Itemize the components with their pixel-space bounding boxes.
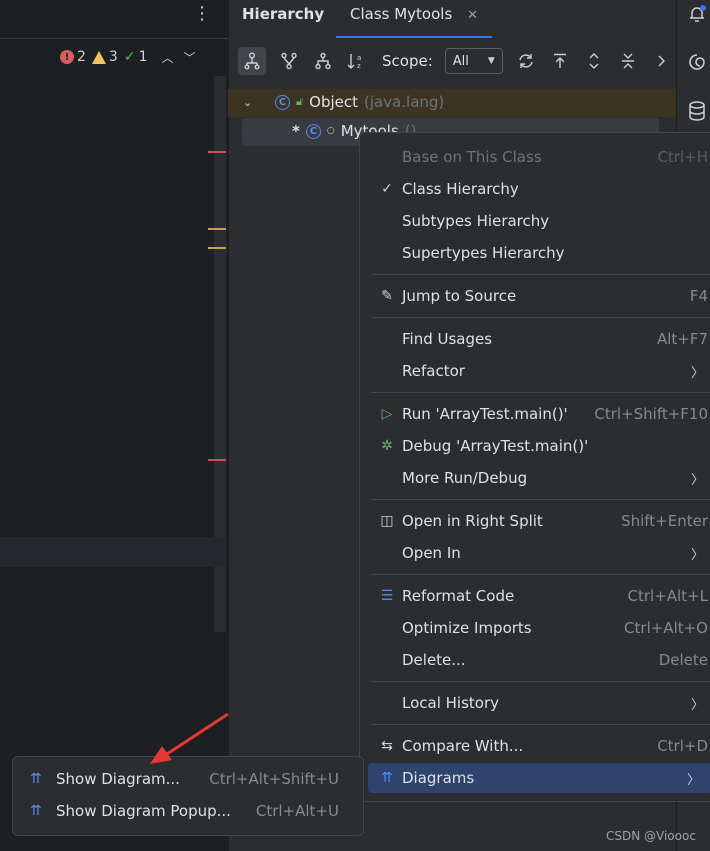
check-icon: ✓ [123, 49, 136, 65]
menu-item-diagrams[interactable]: ⇈ Diagrams 〉 [368, 763, 710, 793]
menu-item-supertypes-hierarchy[interactable]: Supertypes Hierarchy [371, 238, 710, 268]
scope-value: All [452, 53, 469, 69]
menu-item-jump-to-source[interactable]: ✎ Jump to Source F4 [371, 281, 710, 311]
diagram-icon: ⇈ [381, 770, 393, 786]
hierarchy-toolbar: az Scope: All ▼ [238, 46, 673, 76]
menu-item-class-hierarchy[interactable]: ✓ Class Hierarchy [371, 174, 710, 204]
dropdown-arrow-icon: ▼ [487, 56, 495, 66]
export-icon[interactable] [549, 50, 571, 72]
menu-separator [371, 499, 710, 500]
menu-separator [371, 392, 710, 393]
current-line-highlight [0, 537, 226, 567]
menu-separator [371, 681, 710, 682]
debug-icon: ✲ [381, 438, 393, 454]
menu-item-open-in[interactable]: Open In 〉 [371, 538, 710, 568]
notifications-icon[interactable] [687, 4, 707, 24]
watermark: CSDN @Vioooc [606, 829, 696, 843]
chevron-up-icon[interactable]: ︿ [162, 49, 174, 66]
warning-icon [91, 50, 106, 64]
error-stripe-mark[interactable] [208, 459, 226, 461]
tab-hierarchy[interactable]: Hierarchy [242, 0, 324, 38]
menu-item-compare-with[interactable]: ⇆ Compare With... Ctrl+D [371, 731, 710, 761]
tree-item-object[interactable]: ⌄ C 🔓︎ Object (java.lang) [243, 93, 444, 111]
warning-count[interactable]: 3 [91, 49, 118, 65]
scope-label: Scope: [382, 52, 433, 70]
sort-alphabetically-icon[interactable]: az [346, 50, 368, 72]
tab-class-label: Class Mytools [350, 5, 453, 23]
error-stripe-mark[interactable] [208, 151, 226, 153]
chevron-right-icon: 〉 [686, 772, 700, 788]
visibility-icon: ○ [326, 126, 335, 136]
diagram-icon: ⇈ [30, 803, 42, 819]
chevron-right-icon: 〉 [690, 472, 704, 488]
refresh-icon[interactable] [515, 50, 537, 72]
menu-item-debug[interactable]: ✲ Debug 'ArrayTest.main()' [371, 431, 710, 461]
tree-item-prefix: * [292, 122, 300, 140]
tab-class-mytools[interactable]: Class Mytools ✕ [336, 0, 492, 38]
menu-item-find-usages[interactable]: Find Usages Alt+F7 [371, 324, 710, 354]
menu-separator [371, 274, 710, 275]
error-count-value: 2 [77, 49, 86, 65]
menu-item-local-history[interactable]: Local History 〉 [371, 688, 710, 718]
menu-item-delete[interactable]: Delete... Delete [371, 645, 710, 675]
expand-all-icon[interactable] [583, 50, 605, 72]
error-count[interactable]: ! 2 [60, 49, 86, 65]
menu-item-show-diagram-popup[interactable]: ⇈ Show Diagram Popup... Ctrl+Alt+U [20, 796, 355, 826]
chevron-right-icon[interactable] [651, 50, 673, 72]
subtypes-hierarchy-icon[interactable] [278, 50, 300, 72]
more-options-icon[interactable]: ⋮ [192, 4, 212, 24]
menu-item-optimize-imports[interactable]: Optimize Imports Ctrl+Alt+O [371, 613, 710, 643]
class-icon: C [275, 94, 290, 110]
error-icon: ! [60, 50, 74, 64]
menu-item-reformat-code[interactable]: ☰ Reformat Code Ctrl+Alt+L [371, 581, 710, 611]
lock-icon: 🔓︎ [296, 95, 304, 108]
menu-item-open-in-right-split[interactable]: ◫ Open in Right Split Shift+Enter [371, 506, 710, 536]
compare-icon: ⇆ [381, 738, 393, 754]
menu-item-base-on-this-class[interactable]: Base on This Class Ctrl+H [371, 142, 710, 172]
run-icon: ▷ [381, 406, 393, 422]
menu-separator [371, 574, 710, 575]
check-icon: ✓ [381, 181, 393, 197]
tree-item-name: Object [309, 93, 358, 111]
menu-separator [371, 317, 710, 318]
database-icon[interactable] [687, 100, 707, 122]
class-hierarchy-icon[interactable] [238, 47, 266, 75]
chevron-down-icon[interactable]: ﹀ [184, 49, 196, 66]
svg-text:z: z [357, 62, 361, 70]
scope-select[interactable]: All ▼ [444, 48, 503, 74]
menu-item-run[interactable]: ▷ Run 'ArrayTest.main()' Ctrl+Shift+F10 [371, 399, 710, 429]
warning-stripe-mark[interactable] [208, 228, 226, 230]
tree-expand-icon[interactable]: ⌄ [243, 96, 257, 109]
supertypes-hierarchy-icon[interactable] [312, 50, 334, 72]
ai-assistant-icon[interactable] [687, 52, 707, 72]
warning-stripe-mark[interactable] [208, 247, 226, 249]
chevron-right-icon: 〉 [690, 547, 704, 563]
menu-separator [371, 724, 710, 725]
class-icon: C [305, 123, 321, 139]
menu-item-subtypes-hierarchy[interactable]: Subtypes Hierarchy [371, 206, 710, 236]
annotation-arrow-icon [150, 712, 229, 764]
close-icon[interactable]: ✕ [467, 8, 478, 23]
chevron-right-icon: 〉 [690, 697, 704, 713]
reformat-icon: ☰ [380, 588, 394, 604]
menu-item-refactor[interactable]: Refactor 〉 [371, 356, 710, 386]
collapse-all-icon[interactable] [617, 50, 639, 72]
tree-item-package: (java.lang) [364, 93, 445, 111]
split-icon: ◫ [380, 513, 394, 529]
chevron-right-icon: 〉 [690, 365, 704, 381]
pencil-icon: ✎ [381, 288, 393, 304]
warning-count-value: 3 [108, 49, 118, 65]
passed-count[interactable]: ✓ 1 [124, 49, 148, 65]
svg-text:a: a [357, 54, 361, 62]
passed-count-value: 1 [138, 49, 148, 65]
menu-item-more-run-debug[interactable]: More Run/Debug 〉 [371, 463, 710, 493]
inspection-widget[interactable]: ! 2 3 ✓ 1 ︿ ﹀ [60, 46, 196, 68]
diagram-icon: ⇈ [30, 771, 42, 787]
